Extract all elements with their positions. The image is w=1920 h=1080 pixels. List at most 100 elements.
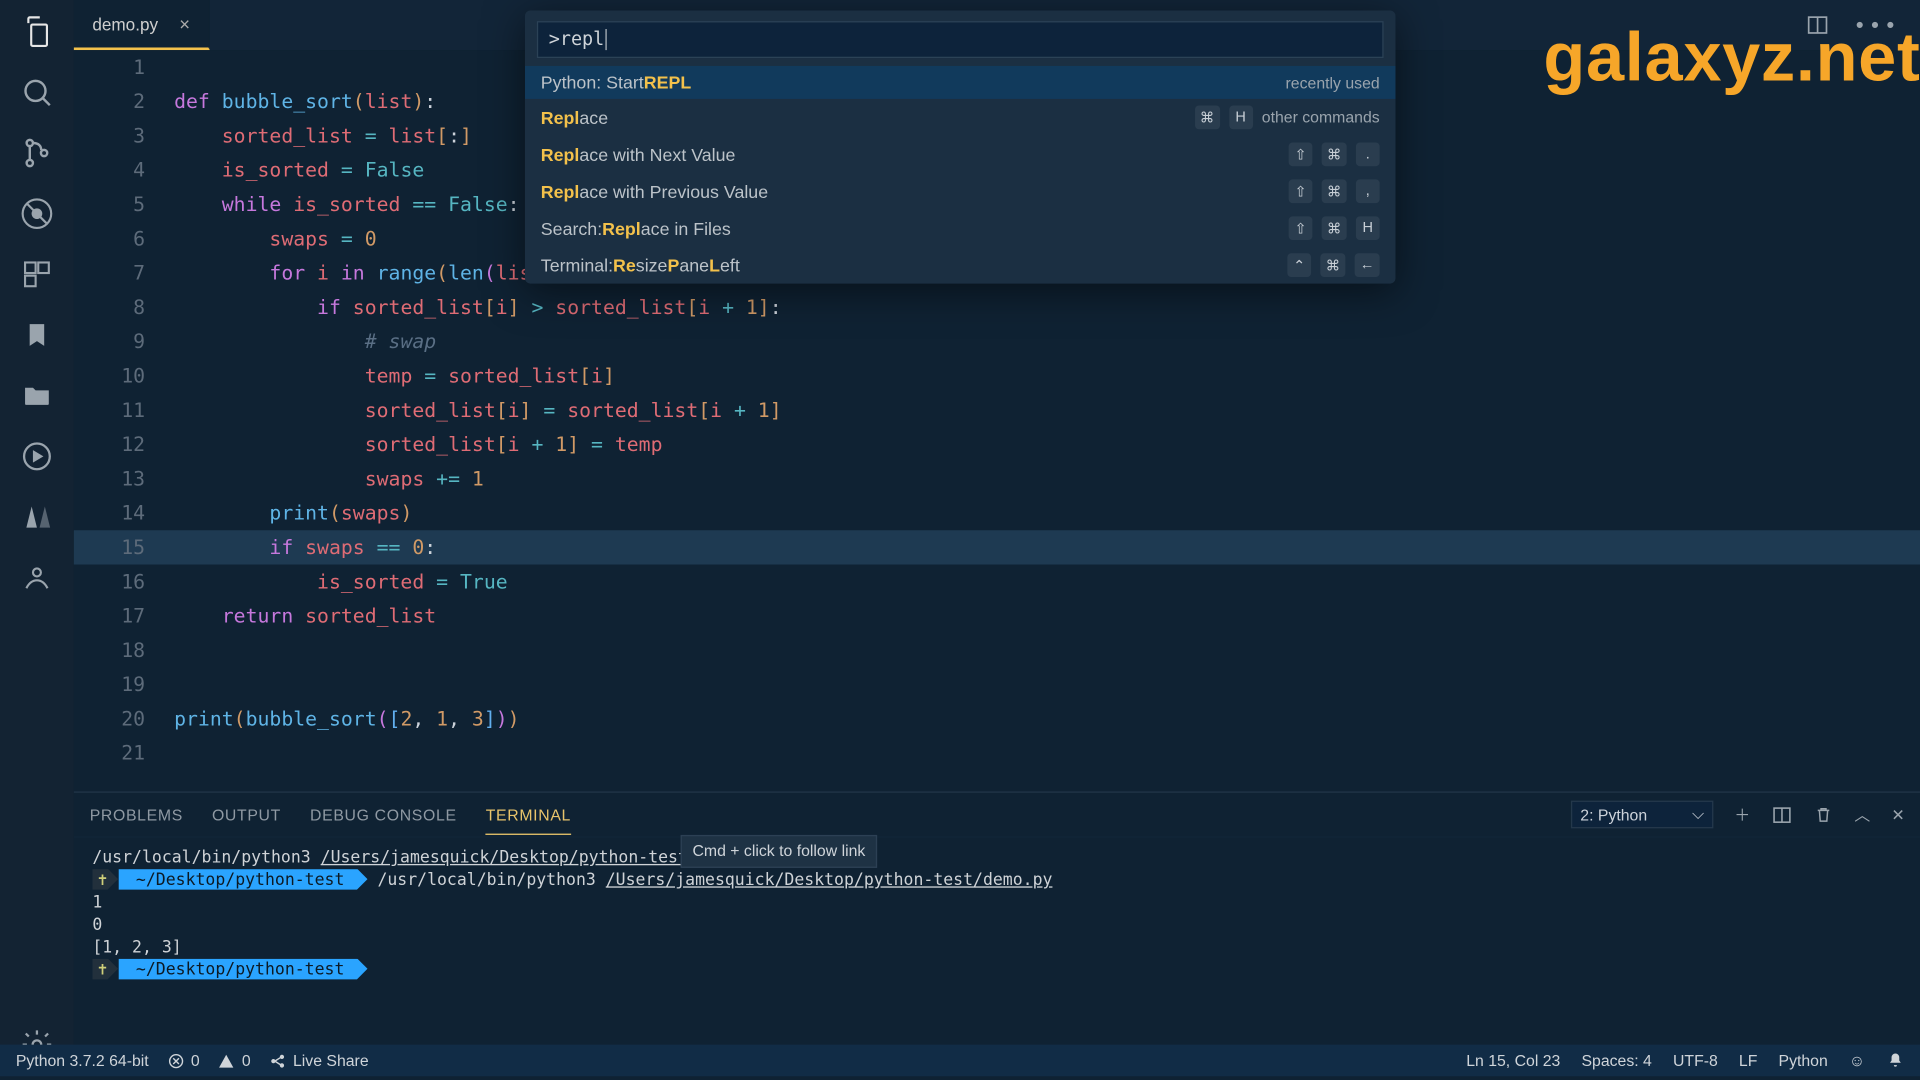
line-number: 16 <box>74 565 174 599</box>
ext-icon-1[interactable] <box>18 499 55 536</box>
command-palette: >repl Python: Start REPLrecently usedRep… <box>525 11 1396 284</box>
status-indentation[interactable]: Spaces: 4 <box>1581 1051 1651 1069</box>
line-number: 20 <box>74 702 174 736</box>
palette-item[interactable]: Search: Replace in Files⇧⌘H <box>525 210 1396 247</box>
code-line[interactable]: 9 # swap <box>74 324 1920 358</box>
status-errors[interactable]: 0 <box>167 1051 200 1069</box>
line-number: 3 <box>74 119 174 153</box>
code-content: is_sorted = False <box>174 153 424 187</box>
status-language[interactable]: Python <box>1779 1051 1828 1069</box>
status-warnings[interactable]: 0 <box>218 1051 251 1069</box>
code-line[interactable]: 17 return sorted_list <box>74 599 1920 633</box>
code-content: while is_sorted == False: <box>174 187 519 221</box>
code-content: sorted_list[i] = sorted_list[i + 1] <box>174 393 782 427</box>
palette-item[interactable]: Replace⌘Hother commands <box>525 99 1396 136</box>
split-terminal-icon[interactable] <box>1771 804 1792 825</box>
status-python-version[interactable]: Python 3.7.2 64-bit <box>16 1051 149 1069</box>
code-content: sorted_list = list[:] <box>174 119 472 153</box>
term-text: /usr/local/bin/python3 <box>377 869 605 889</box>
term-output: 1 <box>92 890 1902 912</box>
code-line[interactable]: 8 if sorted_list[i] > sorted_list[i + 1]… <box>74 290 1920 324</box>
term-text: /usr/local/bin/python3 <box>92 847 320 867</box>
close-tab-icon[interactable]: × <box>179 13 190 34</box>
status-live-share[interactable]: Live Share <box>269 1051 368 1069</box>
kill-terminal-icon[interactable] <box>1814 805 1834 825</box>
status-errors-count: 0 <box>191 1051 200 1069</box>
debug-icon[interactable] <box>18 195 55 232</box>
status-encoding[interactable]: UTF-8 <box>1673 1051 1718 1069</box>
command-palette-input[interactable]: >repl <box>537 21 1384 58</box>
line-number: 14 <box>74 496 174 530</box>
terminal-selector-label: 2: Python <box>1580 805 1647 823</box>
code-content: swaps = 0 <box>174 222 377 256</box>
explorer-icon[interactable] <box>18 13 55 50</box>
link-tooltip: Cmd + click to follow link <box>681 835 878 868</box>
code-line[interactable]: 11 sorted_list[i] = sorted_list[i + 1] <box>74 393 1920 427</box>
maximize-panel-icon[interactable]: ︿ <box>1854 803 1870 825</box>
code-line[interactable]: 21 <box>74 736 1920 770</box>
code-content: temp = sorted_list[i] <box>174 359 615 393</box>
status-bell-icon[interactable] <box>1886 1051 1904 1069</box>
line-number: 8 <box>74 290 174 324</box>
code-line[interactable]: 19 <box>74 667 1920 701</box>
palette-item[interactable]: Replace with Previous Value⇧⌘, <box>525 173 1396 210</box>
code-line[interactable]: 14 print(swaps) <box>74 496 1920 530</box>
code-line[interactable]: 18 <box>74 633 1920 667</box>
command-palette-query: >repl <box>549 29 605 50</box>
new-terminal-icon[interactable]: ＋ <box>1734 803 1750 825</box>
status-cursor-position[interactable]: Ln 15, Col 23 <box>1466 1051 1560 1069</box>
panel-tabs: PROBLEMS OUTPUT DEBUG CONSOLE TERMINAL 2… <box>74 793 1920 838</box>
code-line[interactable]: 15 if swaps == 0: <box>74 530 1920 564</box>
bookmark-icon[interactable] <box>18 317 55 354</box>
power-icon[interactable] <box>18 438 55 475</box>
term-link[interactable]: /Users/jamesquick/Desktop/python-test. <box>321 847 698 867</box>
palette-item[interactable]: Terminal: Resize Pane Left⌃⌘← <box>525 247 1396 284</box>
tab-label: demo.py <box>92 14 158 34</box>
panel-tab-problems[interactable]: PROBLEMS <box>90 805 183 823</box>
terminal-selector[interactable]: 2: Python⌵ <box>1571 801 1713 829</box>
more-actions-icon[interactable]: ••• <box>1853 13 1899 38</box>
source-control-icon[interactable] <box>18 135 55 172</box>
code-line[interactable]: 16 is_sorted = True <box>74 565 1920 599</box>
prompt-segment-icon: ✝ <box>92 958 118 979</box>
status-eol[interactable]: LF <box>1739 1051 1757 1069</box>
line-number: 6 <box>74 222 174 256</box>
line-number: 5 <box>74 187 174 221</box>
panel-tab-output[interactable]: OUTPUT <box>212 805 281 823</box>
line-number: 1 <box>74 50 174 84</box>
project-manager-icon[interactable] <box>18 377 55 414</box>
split-editor-icon[interactable] <box>1806 13 1830 38</box>
terminal-body[interactable]: Cmd + click to follow link /usr/local/bi… <box>74 838 1920 988</box>
term-output: [1, 2, 3] <box>92 935 1902 957</box>
extensions-icon[interactable] <box>18 256 55 293</box>
panel-tab-debug[interactable]: DEBUG CONSOLE <box>310 805 457 823</box>
status-feedback-icon[interactable]: ☺ <box>1849 1051 1865 1069</box>
panel-tab-terminal[interactable]: TERMINAL <box>486 805 571 834</box>
status-warnings-count: 0 <box>242 1051 251 1069</box>
prompt-segment-path: ~/Desktop/python-test <box>118 958 367 979</box>
code-content: def bubble_sort(list): <box>174 84 436 118</box>
prompt-segment-icon: ✝ <box>92 869 118 890</box>
code-content: sorted_list[i + 1] = temp <box>174 427 662 461</box>
code-content: return sorted_list <box>174 599 436 633</box>
code-line[interactable]: 10 temp = sorted_list[i] <box>74 359 1920 393</box>
line-number: 21 <box>74 736 174 770</box>
close-panel-icon[interactable]: ✕ <box>1891 805 1904 823</box>
search-icon[interactable] <box>18 74 55 111</box>
code-line[interactable]: 12 sorted_list[i + 1] = temp <box>74 427 1920 461</box>
palette-item[interactable]: Python: Start REPLrecently used <box>525 66 1396 99</box>
code-line[interactable]: 20print(bubble_sort([2, 1, 3])) <box>74 702 1920 736</box>
line-number: 4 <box>74 153 174 187</box>
activity-bar <box>0 0 74 1076</box>
ext-icon-2[interactable] <box>18 559 55 596</box>
line-number: 13 <box>74 462 174 496</box>
tab-demo-py[interactable]: demo.py × <box>74 0 210 50</box>
line-number: 17 <box>74 599 174 633</box>
code-content: print(swaps) <box>174 496 412 530</box>
code-content: print(bubble_sort([2, 1, 3])) <box>174 702 519 736</box>
palette-item[interactable]: Replace with Next Value⇧⌘. <box>525 136 1396 173</box>
code-content: is_sorted = True <box>174 565 508 599</box>
term-link[interactable]: /Users/jamesquick/Desktop/python-test/de… <box>606 869 1053 889</box>
line-number: 2 <box>74 84 174 118</box>
code-line[interactable]: 13 swaps += 1 <box>74 462 1920 496</box>
